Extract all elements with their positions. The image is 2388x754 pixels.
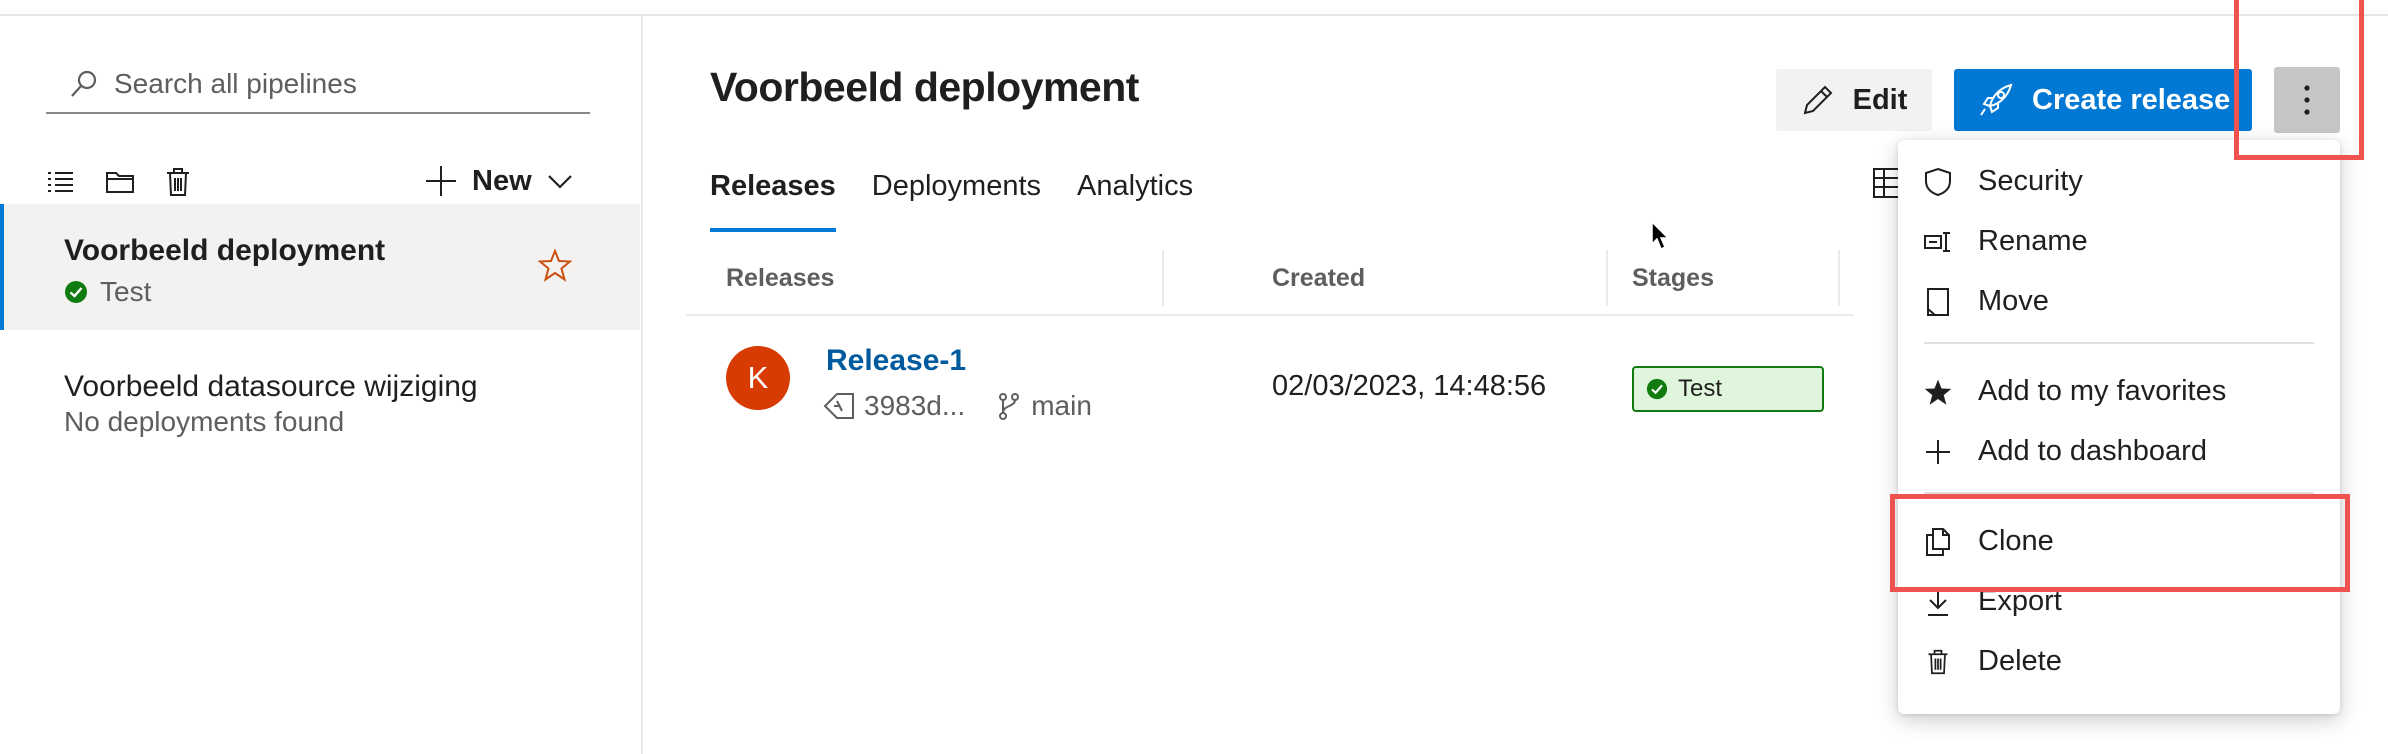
search-input[interactable] [114, 68, 574, 100]
tab-releases[interactable]: Releases [710, 166, 836, 234]
stage-label: Test [1678, 375, 1723, 402]
edit-button[interactable]: Edit [1776, 69, 1932, 131]
branch-icon [999, 393, 1020, 420]
list-view-icon[interactable] [40, 162, 80, 216]
table-row[interactable]: K Release-1 3983d... main 02/03/2023, 14… [686, 318, 1854, 438]
success-check-icon [1646, 378, 1668, 400]
highlight-box-clone [1890, 494, 2350, 592]
pipeline-item[interactable]: Voorbeeld datasource wijziging No deploy… [0, 348, 640, 458]
search-icon [71, 70, 97, 97]
star-outline-icon[interactable] [537, 248, 573, 287]
create-release-button[interactable]: Create release [1954, 69, 2252, 131]
rocket-icon [1980, 83, 2013, 116]
menu-item-delete[interactable]: Delete [1898, 632, 2340, 690]
new-button-label: New [472, 164, 532, 197]
rename-icon [1922, 226, 1954, 258]
menu-item-rename[interactable]: Rename [1898, 212, 2340, 270]
tab-deployments[interactable]: Deployments [872, 166, 1041, 234]
created-date: 02/03/2023, 14:48:56 [1272, 370, 1547, 402]
chevron-down-icon [547, 175, 572, 189]
column-divider [1162, 250, 1164, 306]
menu-item-add-to-favorites[interactable]: Add to my favorites [1898, 362, 2340, 420]
pipeline-item-selected[interactable]: Voorbeeld deployment Test [0, 204, 640, 330]
new-button[interactable]: New [424, 158, 574, 204]
star-filled-icon [1922, 376, 1954, 408]
pipelines-sidebar: New Voorbeeld deployment Test Voorbeeld … [0, 16, 643, 754]
success-check-icon [65, 281, 87, 303]
release-meta: 3983d... main [822, 390, 1092, 422]
pipeline-status: No deployments found [64, 406, 345, 437]
edit-button-label: Edit [1852, 83, 1908, 116]
trash-icon [1922, 646, 1954, 678]
column-header-stages[interactable]: Stages [1632, 264, 1714, 293]
pencil-icon [1803, 85, 1833, 115]
release-link[interactable]: Release-1 [826, 344, 966, 378]
menu-item-label: Security [1978, 164, 2083, 197]
commit-id: 3983d... [864, 390, 966, 421]
tab-analytics[interactable]: Analytics [1077, 166, 1193, 234]
search-box[interactable] [46, 56, 590, 114]
column-divider [1606, 250, 1608, 306]
plus-icon [1922, 436, 1954, 468]
pipeline-name: Voorbeeld deployment [64, 234, 386, 267]
menu-item-label: Add to my favorites [1978, 374, 2227, 407]
avatar: K [726, 346, 790, 410]
menu-item-add-to-dashboard[interactable]: Add to dashboard [1898, 422, 2340, 480]
column-header-releases[interactable]: Releases [726, 264, 834, 293]
table-header: Releases Created Stages [686, 244, 1854, 316]
create-release-label: Create release [2032, 83, 2231, 116]
menu-item-security[interactable]: Security [1898, 152, 2340, 210]
branch-name: main [1031, 390, 1092, 421]
tab-bar: Releases Deployments Analytics [710, 166, 1193, 234]
folder-view-icon[interactable] [100, 162, 140, 202]
menu-item-label: Rename [1978, 224, 2088, 257]
pipeline-name: Voorbeeld datasource wijziging [64, 370, 478, 403]
stage-badge[interactable]: Test [1632, 366, 1824, 412]
shield-icon [1922, 166, 1954, 198]
deleted-view-icon[interactable] [158, 162, 198, 202]
menu-item-label: Move [1978, 284, 2049, 317]
menu-item-label: Delete [1978, 644, 2062, 677]
menu-divider [1924, 342, 2314, 344]
plus-icon [426, 166, 456, 196]
column-options-icon[interactable] [1872, 166, 1905, 205]
mouse-cursor-icon [1650, 220, 1672, 257]
page-title: Voorbeeld deployment [710, 64, 1139, 110]
commit-icon [823, 393, 854, 419]
menu-item-move[interactable]: Move [1898, 272, 2340, 330]
more-actions-menu: Security Rename Move Add to my favorites… [1898, 140, 2340, 714]
highlight-box-more-button [2234, 0, 2364, 160]
column-header-created[interactable]: Created [1272, 264, 1365, 293]
menu-item-label: Add to dashboard [1978, 434, 2207, 467]
pipeline-status: Test [64, 276, 151, 308]
pipeline-status-label: Test [100, 276, 152, 307]
column-divider [1838, 250, 1840, 306]
move-icon [1922, 286, 1954, 318]
